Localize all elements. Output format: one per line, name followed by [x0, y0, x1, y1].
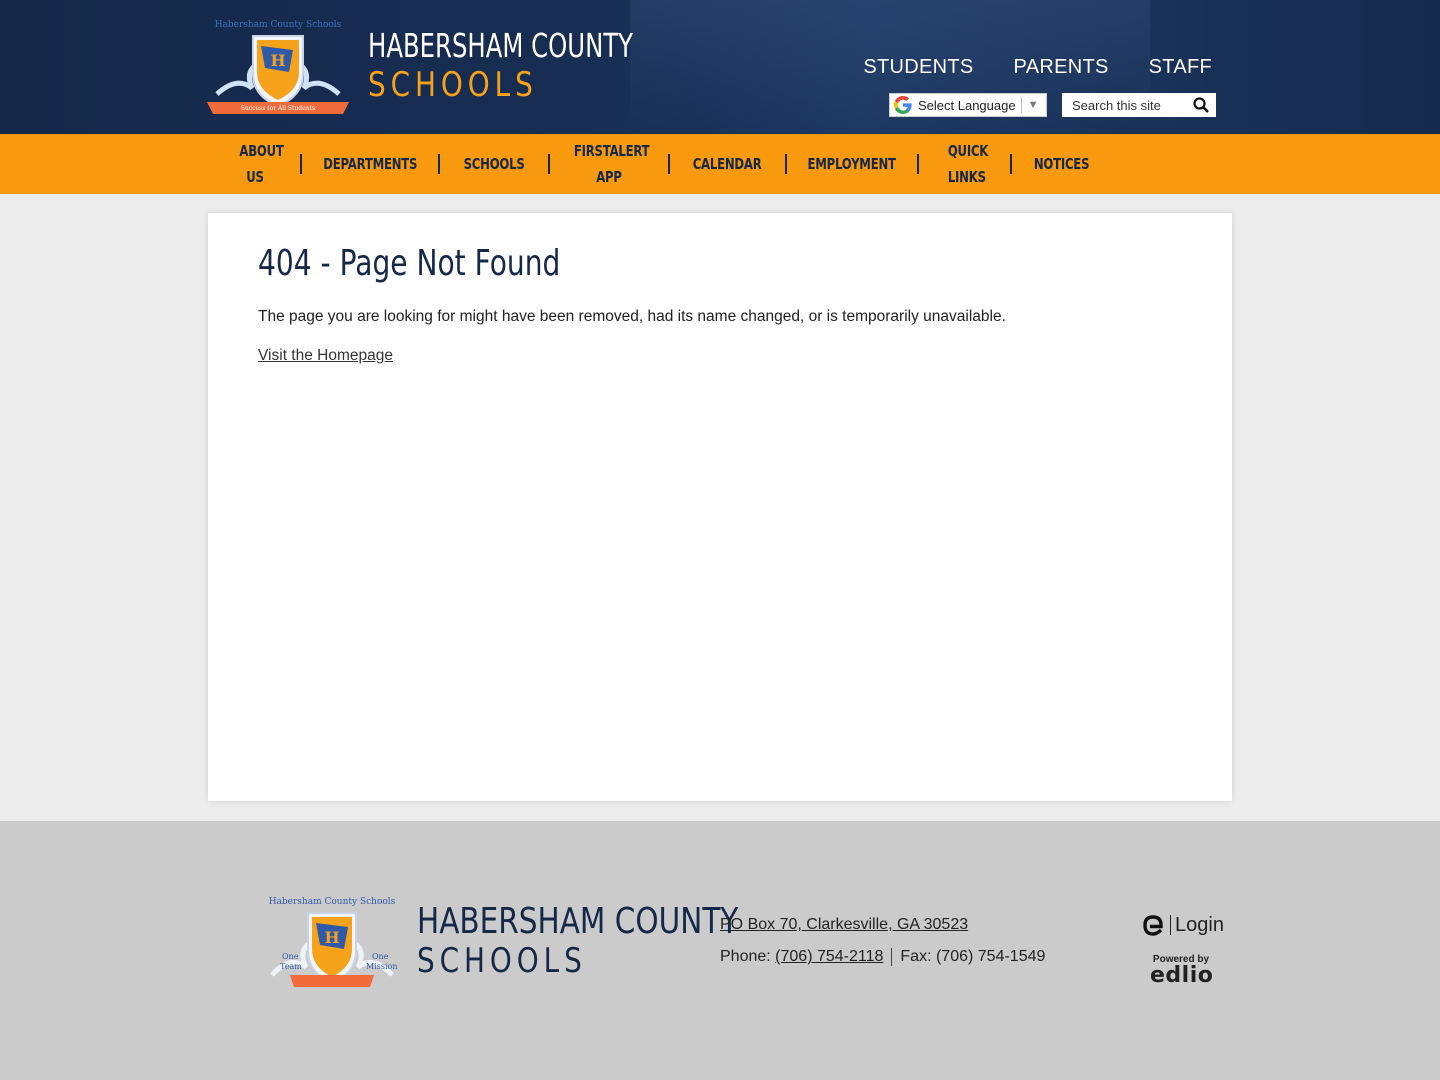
site-name-line1: HABERSHAM COUNTY	[368, 26, 634, 65]
svg-text:Success for All Students: Success for All Students	[241, 105, 315, 112]
dropdown-arrow-icon: ▼	[1027, 99, 1039, 111]
svg-text:H: H	[270, 51, 285, 70]
site-footer: Habersham County Schools One Team One Mi…	[0, 821, 1440, 1080]
nav-schools[interactable]: SCHOOLS	[464, 151, 525, 177]
divider	[1170, 915, 1171, 935]
site-name[interactable]: HABERSHAM COUNTY SCHOOLS	[368, 26, 691, 104]
search-input[interactable]	[1062, 94, 1190, 116]
homepage-link[interactable]: Visit the Homepage	[258, 347, 393, 365]
login-link[interactable]: Login	[1142, 913, 1224, 937]
nav-about-us[interactable]: ABOUT US	[239, 138, 283, 190]
divider	[891, 948, 893, 966]
page-title: 404 - Page Not Found	[258, 243, 561, 284]
fax-text: Fax: (706) 754-1549	[900, 948, 1046, 965]
audience-nav: STUDENTS PARENTS STAFF	[863, 56, 1212, 79]
nav-employment[interactable]: EMPLOYMENT	[808, 151, 897, 177]
search-icon[interactable]	[1190, 94, 1212, 116]
nav-notices[interactable]: NOTICES	[1034, 151, 1090, 177]
site-header: Habersham County Schools H Success for A…	[0, 0, 1440, 134]
footer-site-name-line1: HABERSHAM COUNTY	[417, 901, 739, 942]
language-select-label: Select Language	[918, 97, 1016, 113]
main-nav: ABOUT US DEPARTMENTS SCHOOLS FIRSTALERT …	[0, 134, 1440, 194]
students-link[interactable]: STUDENTS	[863, 56, 973, 79]
district-logo[interactable]: Habersham County Schools H Success for A…	[207, 16, 349, 116]
edlio-e-icon	[1143, 915, 1163, 936]
parents-link[interactable]: PARENTS	[1014, 56, 1109, 79]
nav-firstalert-app[interactable]: FIRSTALERT APP	[574, 138, 650, 190]
divider	[1020, 97, 1022, 113]
nav-calendar[interactable]: CALENDAR	[693, 151, 762, 177]
footer-contact: Phone: (706) 754-2118 Fax: (706) 754-154…	[720, 948, 1045, 966]
login-label: Login	[1175, 913, 1224, 936]
footer-site-name-line2: SCHOOLS	[417, 941, 587, 981]
powered-by-edlio[interactable]: Powered by edlio	[1150, 954, 1214, 988]
nav-departments[interactable]: DEPARTMENTS	[323, 151, 417, 177]
google-g-icon	[894, 96, 912, 114]
content-card: 404 - Page Not Found The page you are lo…	[208, 213, 1232, 801]
phone-link[interactable]: (706) 754-2118	[775, 948, 883, 966]
site-search	[1062, 93, 1216, 117]
error-message: The page you are looking for might have …	[258, 308, 1006, 325]
site-name-line2: SCHOOLS	[368, 65, 538, 105]
svg-text:One: One	[372, 952, 389, 961]
nav-quick-links[interactable]: QUICK LINKS	[947, 138, 988, 190]
footer-district-logo[interactable]: Habersham County Schools One Team One Mi…	[260, 893, 404, 993]
svg-text:H: H	[324, 928, 339, 947]
edlio-logo: edlio	[1150, 963, 1214, 988]
language-select[interactable]: Select Language ▼	[889, 93, 1047, 117]
phone-label: Phone:	[720, 948, 771, 965]
address-link[interactable]: PO Box 70, Clarkesville, GA 30523	[720, 916, 968, 933]
svg-text:One: One	[282, 952, 299, 961]
svg-text:Team: Team	[280, 962, 302, 971]
svg-text:Habersham County Schools: Habersham County Schools	[215, 20, 342, 30]
footer-address: PO Box 70, Clarkesville, GA 30523	[720, 916, 968, 934]
svg-text:Habersham County Schools: Habersham County Schools	[269, 897, 396, 907]
staff-link[interactable]: STAFF	[1149, 56, 1212, 79]
footer-site-name: HABERSHAM COUNTY SCHOOLS	[417, 901, 809, 982]
svg-text:Mission: Mission	[366, 962, 398, 971]
